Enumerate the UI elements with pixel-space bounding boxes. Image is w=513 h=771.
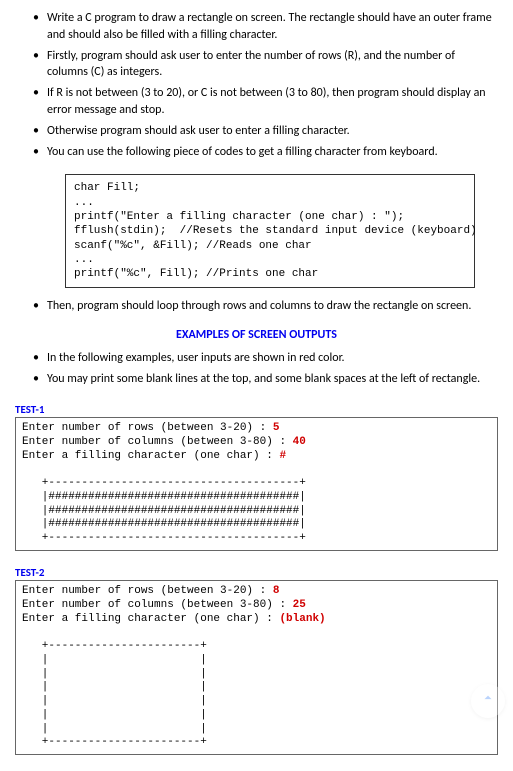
- bullet-item: In the following examples, user inputs a…: [33, 350, 498, 367]
- bullet-item: If R is not between (3 to 20), or C is n…: [33, 85, 498, 119]
- scroll-top-button[interactable]: [471, 684, 505, 718]
- code-block: char Fill; ... printf("Enter a filling c…: [65, 174, 475, 288]
- test2-box: Enter number of rows (between 3-20) : 8 …: [15, 580, 498, 755]
- bullet-item: Firstly, program should ask user to ente…: [33, 48, 498, 82]
- bullet-item: You may print some blank lines at the to…: [33, 371, 498, 388]
- test2-cols-prompt: Enter number of columns (between 3-80) :: [22, 599, 293, 611]
- bullets-examples: In the following examples, user inputs a…: [15, 350, 498, 388]
- test1-cols-input: 40: [293, 436, 306, 448]
- test1-rows-prompt: Enter number of rows (between 3-20) :: [22, 422, 273, 434]
- chevron-up-icon: [481, 691, 495, 711]
- test1-fill-input: #: [279, 450, 286, 462]
- test1-box: Enter number of rows (between 3-20) : 5 …: [15, 417, 498, 551]
- bullets-mid: Then, program should loop through rows a…: [15, 298, 498, 315]
- bullet-item: Write a C program to draw a rectangle on…: [33, 10, 498, 44]
- test1-fill-prompt: Enter a filling character (one char) :: [22, 450, 279, 462]
- bullet-item: Otherwise program should ask user to ent…: [33, 123, 498, 140]
- test2-rows-input: 8: [273, 585, 280, 597]
- test1-cols-prompt: Enter number of columns (between 3-80) :: [22, 436, 293, 448]
- test2-label: TEST-2: [15, 565, 498, 580]
- test1-output: +--------------------------------------+…: [22, 477, 306, 544]
- test2-fill-prompt: Enter a filling character (one char) :: [22, 613, 279, 625]
- bullet-item: You can use the following piece of codes…: [33, 144, 498, 161]
- test2-cols-input: 25: [293, 599, 306, 611]
- bullet-item: Then, program should loop through rows a…: [33, 298, 498, 315]
- test1-rows-input: 5: [273, 422, 280, 434]
- test2-output: +-----------------------+ | | | | | | | …: [22, 640, 207, 748]
- test1-label: TEST-1: [15, 402, 498, 417]
- test2-fill-input: (blank): [279, 613, 325, 625]
- examples-header: EXAMPLES OF SCREEN OUTPUTS: [15, 327, 498, 344]
- bullets-top: Write a C program to draw a rectangle on…: [15, 10, 498, 160]
- test2-rows-prompt: Enter number of rows (between 3-20) :: [22, 585, 273, 597]
